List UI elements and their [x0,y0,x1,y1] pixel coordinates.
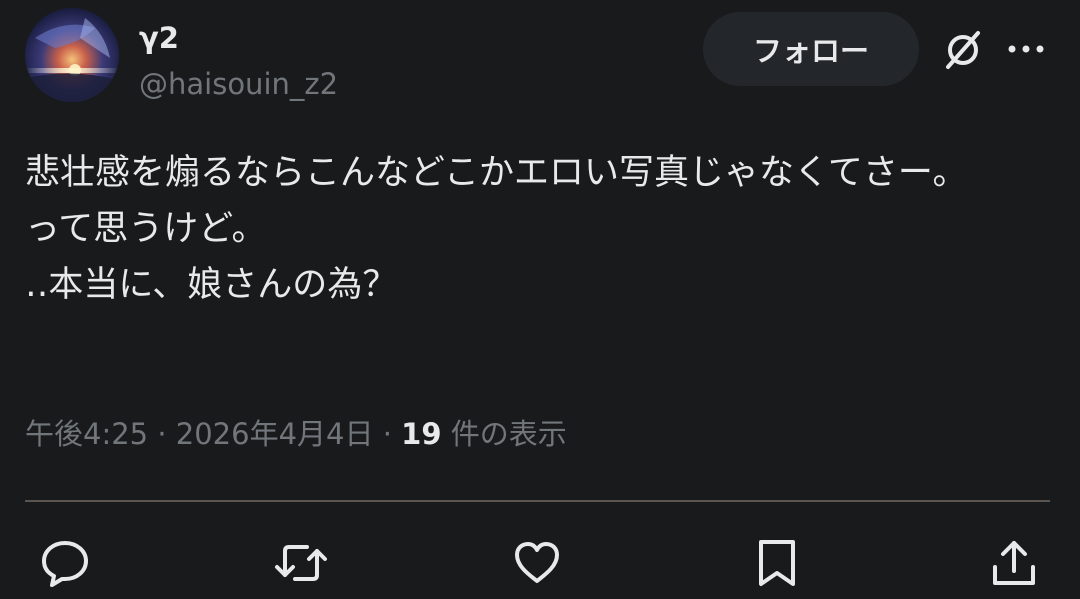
grok-icon[interactable] [940,28,986,72]
avatar-image [25,8,119,102]
avatar[interactable] [25,8,119,102]
more-icon[interactable] [1005,34,1047,64]
views-label: 件の表示 [441,417,567,451]
tweet-meta: 午後4:25 · 2026年4月4日 · 19 件の表示 [25,412,567,456]
bookmark-icon[interactable] [752,537,804,589]
share-icon[interactable] [988,537,1040,589]
meta-separator: · [148,417,176,451]
tweet-date[interactable]: 2026年4月4日 [176,417,374,451]
follow-button[interactable]: フォロー [703,12,919,86]
divider [25,500,1050,502]
meta-separator: · [373,417,402,451]
reply-icon[interactable] [39,537,91,589]
views-count: 19 [401,417,442,451]
tweet-time[interactable]: 午後4:25 [25,417,148,451]
user-handle[interactable]: @haisouin_z2 [139,64,338,104]
like-icon[interactable] [511,537,563,589]
tweet-text: 悲壮感を煽るならこんなどこかエロい写真じゃなくてさー。 って思うけど。 ‥本当に… [25,153,968,305]
retweet-icon[interactable] [273,537,329,589]
display-name[interactable]: γ2 [139,18,179,58]
